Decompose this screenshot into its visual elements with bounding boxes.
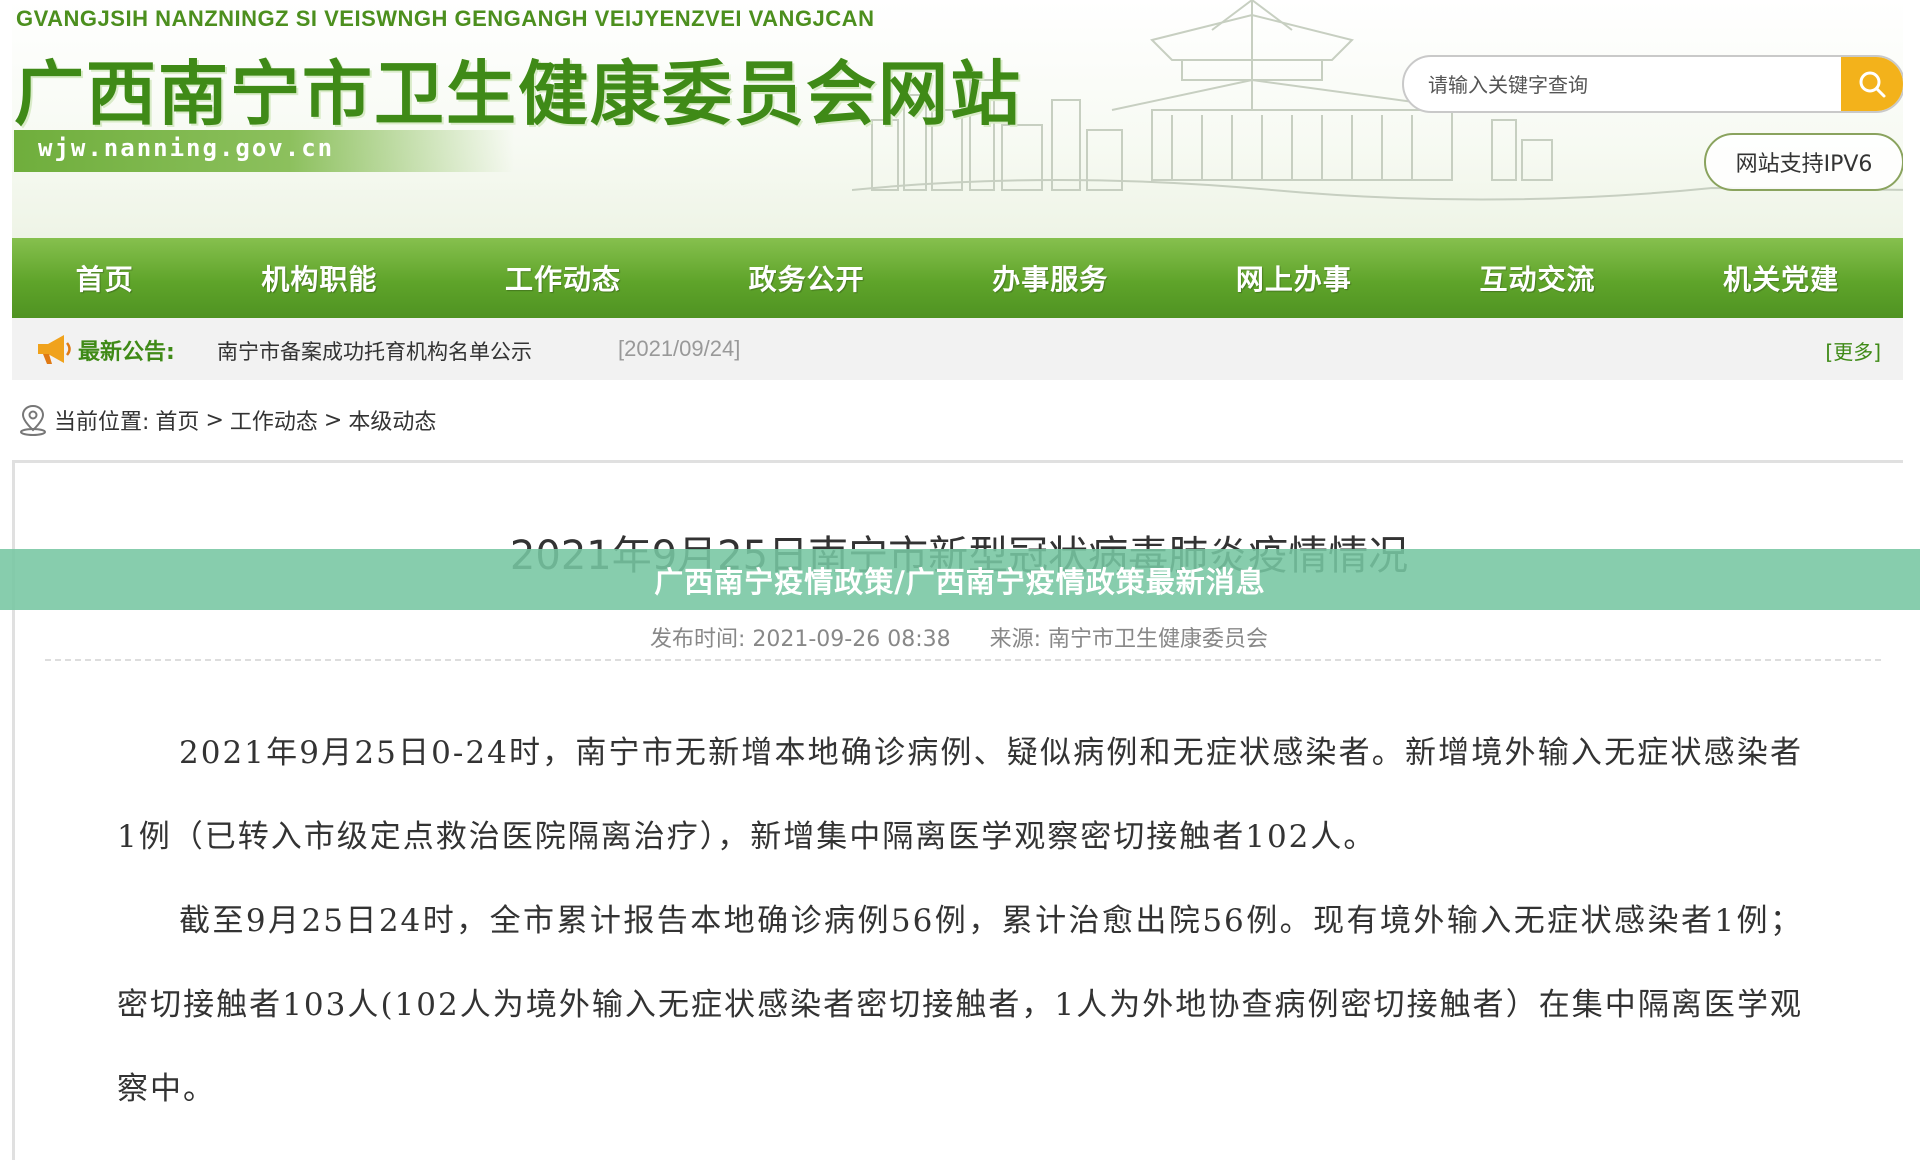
location-pin-icon — [20, 404, 46, 436]
notice-more-link[interactable]: [更多] — [1825, 336, 1881, 365]
site-header: GVANGJSIH NANZNINGZ SI VEISWNGH GENGANGH… — [12, 0, 1903, 238]
overlay-caption: 广西南宁疫情政策/广西南宁疫情政策最新消息 — [654, 564, 1266, 599]
nav-item-services[interactable]: 办事服务 — [992, 258, 1108, 298]
breadcrumb: 当前位置: 首页 > 工作动态 > 本级动态 — [18, 400, 436, 440]
notice-label: 最新公告: — [78, 340, 175, 365]
article-meta: 发布时间: 2021-09-26 08:38 来源: 南宁市卫生健康委员会 — [15, 621, 1903, 653]
search-icon — [1859, 71, 1886, 98]
nav-item-interaction[interactable]: 互动交流 — [1480, 258, 1596, 298]
overlay-caption-banner: 广西南宁疫情政策/广西南宁疫情政策最新消息 — [0, 549, 1920, 610]
breadcrumb-label: 当前位置: — [54, 410, 150, 435]
main-nav: 首页 机构职能 工作动态 政务公开 办事服务 网上办事 互动交流 机关党建 — [12, 238, 1903, 318]
breadcrumb-item-work-news[interactable]: 工作动态 — [230, 404, 318, 436]
site-pinyin-title: GVANGJSIH NANZNINGZ SI VEISWNGH GENGANGH… — [16, 6, 875, 31]
search-input[interactable] — [1426, 57, 1810, 111]
article-source: 来源: 南宁市卫生健康委员会 — [989, 627, 1269, 652]
notice-bar: 最新公告: 南宁市备案成功托育机构名单公示 [2021/09/24] [更多] — [12, 318, 1903, 380]
breadcrumb-item-home[interactable]: 首页 — [155, 404, 199, 436]
breadcrumb-separator: > — [323, 407, 343, 433]
ipv6-badge: 网站支持IPV6 — [1704, 133, 1903, 191]
site-domain: wjw.nanning.gov.cn — [38, 134, 335, 162]
breadcrumb-item-local-news[interactable]: 本级动态 — [348, 404, 436, 436]
megaphone-icon — [38, 335, 71, 364]
nav-item-work-news[interactable]: 工作动态 — [505, 258, 621, 298]
article-paragraph: 2021年9月25日0-24时，南宁市无新增本地确诊病例、疑似病例和无症状感染者… — [117, 735, 1803, 855]
site-title: 广西南宁市卫生健康委员会网站 — [14, 53, 1022, 135]
nav-item-online-services[interactable]: 网上办事 — [1236, 258, 1352, 298]
notice-date: [2021/09/24] — [618, 336, 741, 361]
notice-link[interactable]: 南宁市备案成功托育机构名单公示 — [217, 336, 532, 366]
breadcrumb-separator: > — [205, 407, 224, 433]
article-divider — [45, 659, 1881, 661]
nav-item-party-building[interactable]: 机关党建 — [1723, 258, 1839, 298]
nav-item-home[interactable]: 首页 — [76, 258, 134, 298]
article-body: 2021年9月25日0-24时，南宁市无新增本地确诊病例、疑似病例和无症状感染者… — [117, 711, 1803, 1131]
article-publish-time: 发布时间: 2021-09-26 08:38 — [649, 627, 951, 652]
nav-item-institution[interactable]: 机构职能 — [261, 258, 377, 298]
search-button[interactable] — [1841, 57, 1903, 111]
article-paragraph: 截至9月25日24时，全市累计报告本地确诊病例56例，累计治愈出院56例。现有境… — [117, 903, 1803, 1107]
search-box — [1402, 55, 1903, 113]
nav-item-government-affairs[interactable]: 政务公开 — [749, 258, 865, 298]
